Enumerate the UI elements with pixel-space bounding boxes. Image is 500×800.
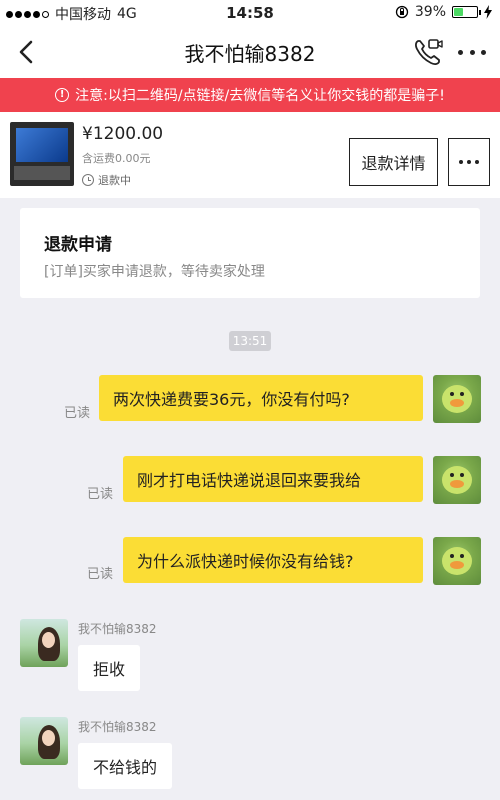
refund-card-title: 退款申请 xyxy=(44,235,112,255)
shipping-fee: 含运费0.00元 xyxy=(82,152,151,165)
incoming-message[interactable]: 拒收 xyxy=(78,645,141,691)
status-bar: 中国移动 4G 14:58 39% xyxy=(0,0,500,26)
sender-avatar[interactable] xyxy=(20,717,68,765)
read-receipt: 已读 xyxy=(64,406,91,421)
refund-card-subtitle: [订单]买家申请退款，等待卖家处理 xyxy=(44,264,265,280)
nav-bar: 我不怕输8382 xyxy=(0,26,500,78)
more-options-icon[interactable] xyxy=(458,40,486,64)
product-thumbnail[interactable] xyxy=(10,122,74,186)
refund-request-card[interactable]: 退款申请 [订单]买家申请退款，等待卖家处理 xyxy=(20,208,480,298)
refund-detail-button[interactable]: 退款详情 xyxy=(349,138,438,186)
product-more-button[interactable] xyxy=(448,138,490,186)
refund-status: 退款中 xyxy=(82,172,131,188)
charging-icon xyxy=(484,5,492,19)
outgoing-message[interactable]: 为什么派快递时候你没有给钱? xyxy=(123,537,423,583)
clock-icon xyxy=(82,174,94,186)
sender-name: 我不怕输8382 xyxy=(78,622,157,636)
phone-call-icon[interactable] xyxy=(412,36,444,68)
battery-fill xyxy=(454,8,463,16)
refund-status-label: 退款中 xyxy=(98,174,131,187)
outgoing-message[interactable]: 两次快递费要36元，你没有付吗? xyxy=(99,375,423,421)
sender-name: 我不怕输8382 xyxy=(78,720,157,734)
orientation-lock-icon xyxy=(395,5,409,19)
sender-avatar[interactable] xyxy=(20,619,68,667)
read-receipt: 已读 xyxy=(87,567,114,582)
my-avatar[interactable] xyxy=(433,456,481,504)
message-timestamp: 13:51 xyxy=(229,331,271,351)
scam-warning-banner: ! 注意:以扫二维码/点链接/去微信等名义让你交钱的都是骗子! xyxy=(0,78,500,112)
warning-text: 注意:以扫二维码/点链接/去微信等名义让你交钱的都是骗子! xyxy=(75,88,445,104)
warning-icon: ! xyxy=(55,88,70,102)
battery-icon xyxy=(452,6,481,18)
status-right: 39% xyxy=(395,4,492,20)
incoming-message[interactable]: 不给钱的 xyxy=(78,743,173,789)
my-avatar[interactable] xyxy=(433,537,481,585)
product-price: ¥1200.00 xyxy=(82,124,164,144)
outgoing-message[interactable]: 刚才打电话快递说退回来要我给 xyxy=(123,456,423,502)
my-avatar[interactable] xyxy=(433,375,481,423)
read-receipt: 已读 xyxy=(87,487,114,502)
battery-percent: 39% xyxy=(414,4,446,20)
